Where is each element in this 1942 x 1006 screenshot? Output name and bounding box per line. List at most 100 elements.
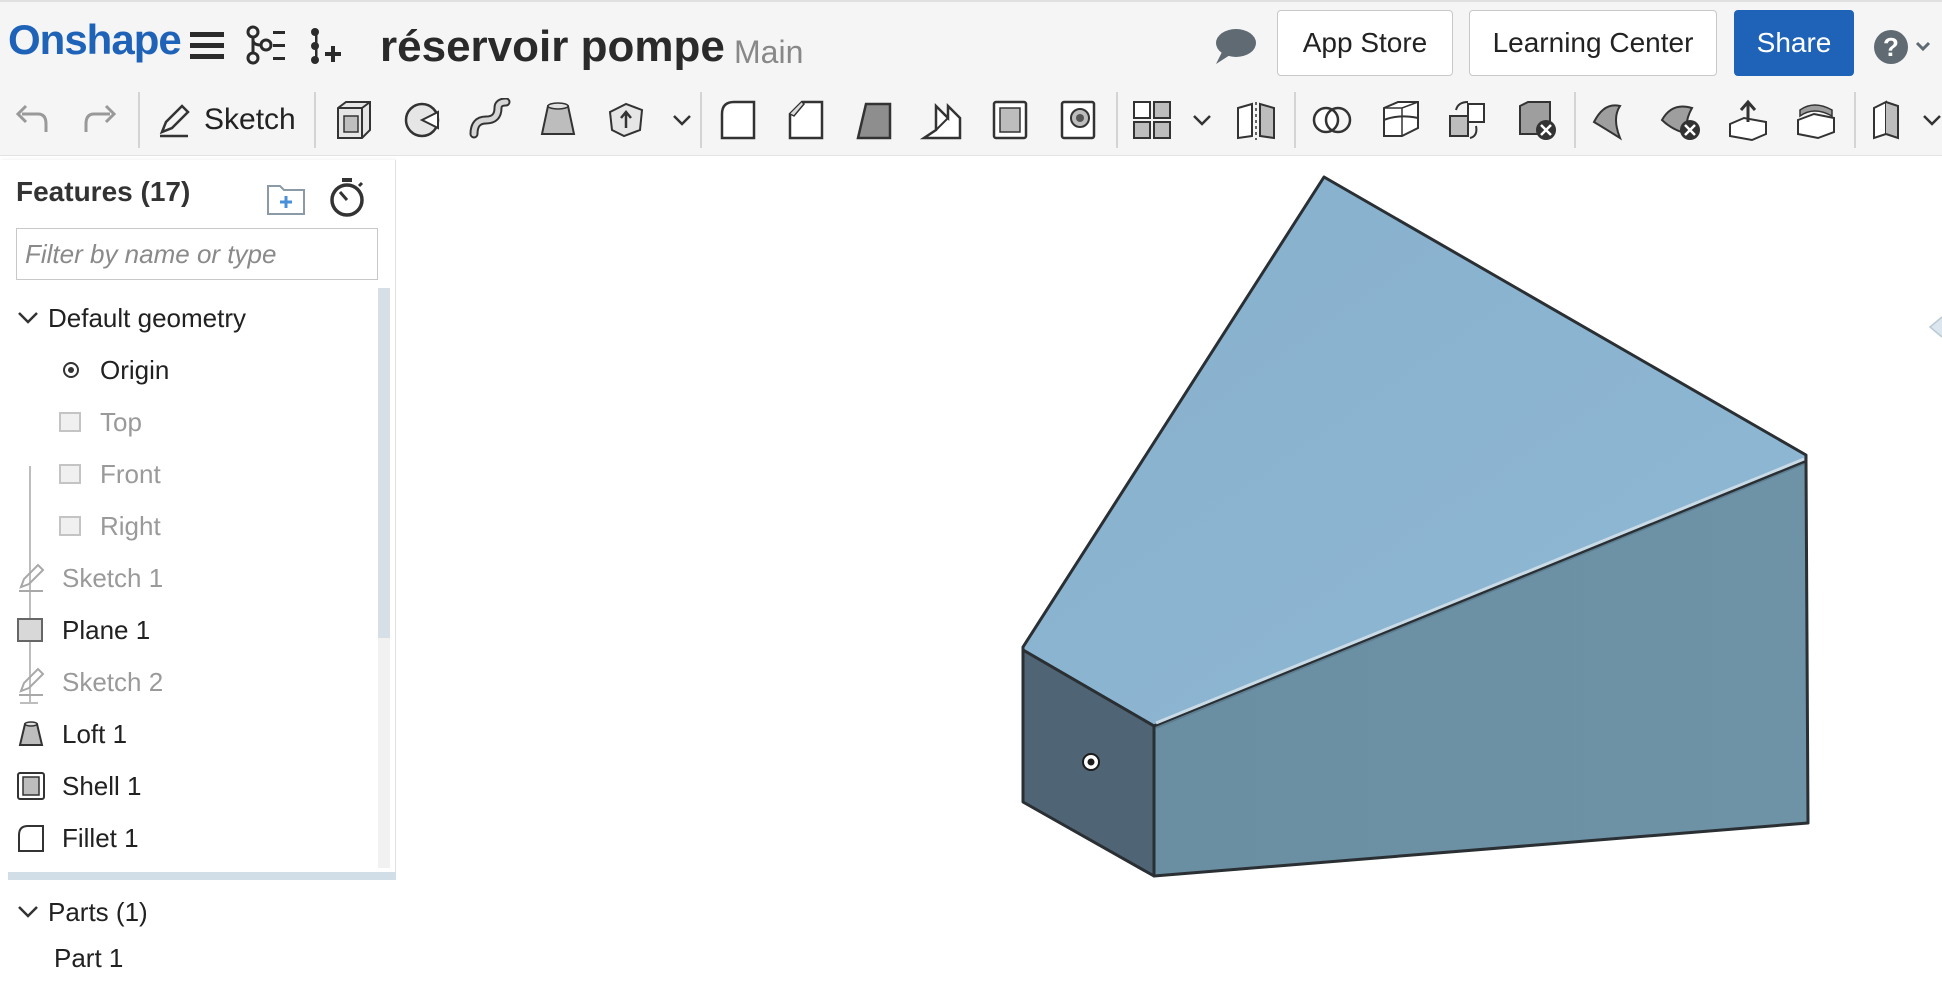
sketch-button[interactable]: Sketch	[156, 98, 296, 142]
sweep-icon[interactable]	[468, 98, 512, 142]
part-item-part-1[interactable]: Part 1	[54, 938, 123, 978]
origin-icon	[63, 362, 79, 378]
rib-icon[interactable]	[920, 98, 964, 142]
loft-icon[interactable]	[536, 98, 580, 142]
feature-item-label: Plane 1	[62, 614, 151, 645]
toolbar-divider	[1854, 92, 1856, 148]
delete-part-icon[interactable]	[1514, 98, 1558, 142]
view-cube-icon[interactable]	[1928, 316, 1942, 338]
origin-marker-dot	[1087, 758, 1095, 766]
feature-item-label: Sketch 2	[62, 666, 164, 697]
part-model[interactable]	[396, 157, 1942, 1006]
feature-item-label: Fillet 1	[62, 822, 139, 853]
chevron-down-icon[interactable]	[16, 900, 40, 924]
feature-list-panel: Features (17) Default geometry Origin To…	[0, 160, 396, 1006]
toolbar-divider	[314, 92, 316, 148]
boolean-icon[interactable]	[1310, 98, 1354, 142]
feature-list-scroll-thumb[interactable]	[378, 288, 390, 638]
plane-icon	[59, 412, 81, 432]
feature-item-plane-1[interactable]: Plane 1	[16, 610, 150, 650]
fillet-icon	[18, 825, 44, 852]
parts-section: Parts (1) Part 1	[0, 880, 396, 1006]
comment-icon[interactable]	[1212, 26, 1258, 66]
feature-item-top-plane[interactable]: Top	[58, 402, 142, 442]
extrude-icon[interactable]	[332, 98, 376, 142]
part-item-label: Part 1	[54, 942, 124, 973]
toolbar-divider	[700, 92, 702, 148]
document-title[interactable]: réservoir pompe	[380, 22, 725, 72]
graphics-viewport[interactable]	[396, 157, 1942, 1006]
tree-guide-line	[20, 702, 38, 704]
feature-list-title: Features (17)	[16, 176, 191, 207]
rollback-timer-icon[interactable]	[328, 176, 366, 218]
chevron-down-icon[interactable]	[16, 306, 40, 330]
chevron-down-icon[interactable]	[1180, 98, 1224, 142]
loft-icon	[18, 721, 44, 746]
delete-face-icon[interactable]	[1658, 98, 1702, 142]
feature-item-label: Sketch 1	[62, 562, 164, 593]
feature-item-label: Right	[100, 510, 161, 541]
feature-item-loft-1[interactable]: Loft 1	[16, 714, 127, 754]
thicken-icon[interactable]	[604, 98, 648, 142]
svg-text:?: ?	[1883, 32, 1899, 62]
feature-item-label: Front	[100, 458, 161, 489]
redo-icon[interactable]	[78, 98, 122, 142]
feature-item-label: Shell 1	[62, 770, 142, 801]
toolbar-divider	[1574, 92, 1576, 148]
chamfer-icon[interactable]	[784, 98, 828, 142]
add-folder-icon[interactable]	[266, 180, 306, 216]
parts-group[interactable]: Parts (1)	[16, 892, 148, 932]
linear-pattern-icon[interactable]	[1130, 98, 1174, 142]
chevron-down-icon[interactable]	[660, 98, 704, 142]
sheet-metal-icon[interactable]	[1870, 98, 1914, 142]
chevron-down-icon[interactable]	[1918, 98, 1942, 142]
hole-icon[interactable]	[1056, 98, 1100, 142]
top-bar: Onshape réservoir pompe Main App Store L…	[0, 0, 1942, 84]
replace-face-icon[interactable]	[1794, 98, 1838, 142]
feature-item-label: Origin	[100, 354, 170, 385]
menu-icon[interactable]	[186, 24, 230, 68]
plane-icon	[17, 618, 43, 642]
default-geometry-group[interactable]: Default geometry	[16, 298, 246, 338]
toolbar-divider	[1116, 92, 1118, 148]
feature-item-sketch-2[interactable]: Sketch 2	[16, 662, 163, 702]
plane-icon	[59, 516, 81, 536]
sketch-icon	[19, 667, 45, 696]
feature-item-shell-1[interactable]: Shell 1	[16, 766, 142, 806]
toolbar-divider	[1294, 92, 1296, 148]
version-history-icon[interactable]	[244, 24, 288, 68]
pencil-icon	[159, 104, 190, 138]
feature-item-right-plane[interactable]: Right	[58, 506, 161, 546]
revolve-icon[interactable]	[400, 98, 444, 142]
undo-icon[interactable]	[10, 98, 54, 142]
sketch-icon	[19, 563, 45, 592]
onshape-logo[interactable]: Onshape	[8, 16, 182, 64]
move-face-icon[interactable]	[1726, 98, 1770, 142]
feature-item-label: Loft 1	[62, 718, 128, 749]
shell-icon	[17, 772, 45, 800]
feature-filter-input[interactable]	[16, 228, 378, 280]
shell-icon[interactable]	[988, 98, 1032, 142]
insert-icon[interactable]	[306, 24, 350, 68]
surface-icon[interactable]	[1590, 98, 1634, 142]
document-branch[interactable]: Main	[734, 34, 803, 71]
mirror-icon[interactable]	[1234, 98, 1278, 142]
transform-icon[interactable]	[1446, 98, 1490, 142]
feature-item-origin[interactable]: Origin	[58, 350, 169, 390]
default-geometry-label: Default geometry	[48, 302, 246, 333]
learning-center-button[interactable]: Learning Center	[1469, 10, 1717, 76]
feature-toolbar: Sketch	[0, 84, 1942, 156]
feature-item-sketch-1[interactable]: Sketch 1	[16, 558, 163, 598]
feature-item-fillet-1[interactable]: Fillet 1	[16, 818, 139, 858]
app-store-button[interactable]: App Store	[1277, 10, 1453, 76]
parts-label: Parts (1)	[48, 896, 148, 927]
help-icon[interactable]: ?	[1873, 28, 1933, 66]
fillet-icon[interactable]	[716, 98, 760, 142]
sketch-label: Sketch	[204, 103, 296, 136]
rollback-bar[interactable]	[8, 872, 396, 880]
feature-item-front-plane[interactable]: Front	[58, 454, 161, 494]
split-icon[interactable]	[1378, 98, 1422, 142]
share-button[interactable]: Share	[1734, 10, 1854, 76]
draft-icon[interactable]	[852, 98, 896, 142]
toolbar-divider	[138, 92, 140, 148]
